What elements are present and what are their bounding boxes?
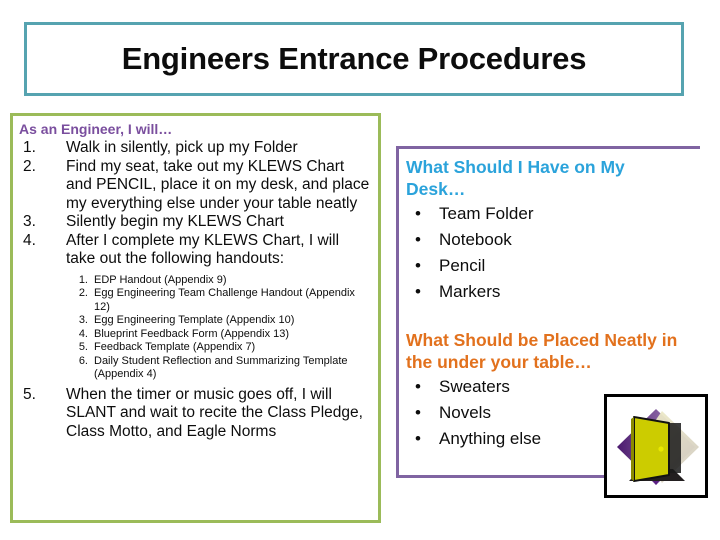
under-table-item-label: Anything else xyxy=(439,429,542,448)
engineer-procedures-panel: As an Engineer, I will… 1. Walk in silen… xyxy=(10,113,381,523)
step-text: Walk in silently, pick up my Folder xyxy=(66,139,298,156)
list-item: 4. Blueprint Feedback Form (Appendix 13) xyxy=(18,328,372,342)
page-title: Engineers Entrance Procedures xyxy=(121,41,587,76)
step-text: When the timer or music goes off, I will… xyxy=(66,385,363,440)
list-item: 4. After I complete my KLEWS Chart, I wi… xyxy=(18,232,372,269)
desk-heading: What Should I Have on My Desk… xyxy=(406,157,625,199)
bullet-icon: • xyxy=(415,377,421,396)
bullet-icon: • xyxy=(415,230,421,249)
left-panel-heading: As an Engineer, I will… xyxy=(19,121,173,137)
handout-number: 2. xyxy=(78,287,88,299)
list-item: 1. EDP Handout (Appendix 9) xyxy=(18,274,372,288)
desk-item-label: Markers xyxy=(439,282,501,301)
slide-canvas: Engineers Entrance Procedures As an Engi… xyxy=(0,0,720,540)
procedure-final-step-list: 5. When the timer or music goes off, I w… xyxy=(18,386,372,442)
list-item: 2. Find my seat, take out my KLEWS Chart… xyxy=(18,158,372,214)
handout-text: Feedback Template (Appendix 7) xyxy=(94,341,256,353)
bullet-icon: • xyxy=(415,282,421,301)
handout-text: Egg Engineering Template (Appendix 10) xyxy=(94,314,295,326)
step-text: After I complete my KLEWS Chart, I will … xyxy=(66,231,340,268)
step-number: 1. xyxy=(23,139,36,156)
step-number: 4. xyxy=(23,231,36,249)
handout-number: 4. xyxy=(78,327,88,340)
under-table-item-label: Sweaters xyxy=(439,377,510,396)
list-item: 2. Egg Engineering Team Challenge Handou… xyxy=(18,287,372,314)
handout-number: 5. xyxy=(78,341,88,353)
desk-item-label: Team Folder xyxy=(439,204,534,223)
list-item: • Markers xyxy=(405,279,700,305)
list-item: • Pencil xyxy=(405,253,700,279)
under-table-item-label: Novels xyxy=(439,403,491,422)
bullet-icon: • xyxy=(415,204,421,223)
list-item: • Team Folder xyxy=(405,201,700,227)
list-item: • Notebook xyxy=(405,227,700,253)
step-number: 3. xyxy=(23,213,36,230)
step-text: Find my seat, take out my KLEWS Chart an… xyxy=(66,157,370,212)
handout-text: Daily Student Reflection and Summarizing… xyxy=(94,354,348,381)
procedure-steps-list: 1. Walk in silently, pick up my Folder 2… xyxy=(18,139,372,269)
title-box: Engineers Entrance Procedures xyxy=(24,22,684,96)
handout-text: Egg Engineering Team Challenge Handout (… xyxy=(94,287,355,313)
desk-item-label: Pencil xyxy=(439,256,486,275)
list-item: 6. Daily Student Reflection and Summariz… xyxy=(18,355,372,382)
desk-items-list: • Team Folder • Notebook • Pencil • Mark… xyxy=(405,201,700,305)
step-number: 2. xyxy=(23,157,36,175)
handouts-sublist: 1. EDP Handout (Appendix 9) 2. Egg Engin… xyxy=(18,274,372,382)
open-door-illustration xyxy=(607,397,705,495)
handout-number: 1. xyxy=(78,273,88,286)
under-table-heading: What Should be Placed Neatly in the unde… xyxy=(406,330,678,372)
handout-number: 6. xyxy=(78,354,88,367)
bullet-icon: • xyxy=(415,429,421,448)
desk-item-label: Notebook xyxy=(439,230,512,249)
list-item: 5. Feedback Template (Appendix 7) xyxy=(18,341,372,355)
list-item: 5. When the timer or music goes off, I w… xyxy=(18,386,372,442)
handout-number: 3. xyxy=(78,314,88,326)
handout-text: Blueprint Feedback Form (Appendix 13) xyxy=(94,327,290,340)
handout-text: EDP Handout (Appendix 9) xyxy=(94,273,227,286)
step-text: Silently begin my KLEWS Chart xyxy=(66,213,284,230)
list-item: 3. Silently begin my KLEWS Chart xyxy=(18,213,372,232)
step-number: 5. xyxy=(23,385,36,403)
open-door-icon xyxy=(604,394,708,498)
bullet-icon: • xyxy=(415,403,421,422)
list-item: 3. Egg Engineering Template (Appendix 10… xyxy=(18,314,372,328)
bullet-icon: • xyxy=(415,256,421,275)
list-item: 1. Walk in silently, pick up my Folder xyxy=(18,139,372,158)
